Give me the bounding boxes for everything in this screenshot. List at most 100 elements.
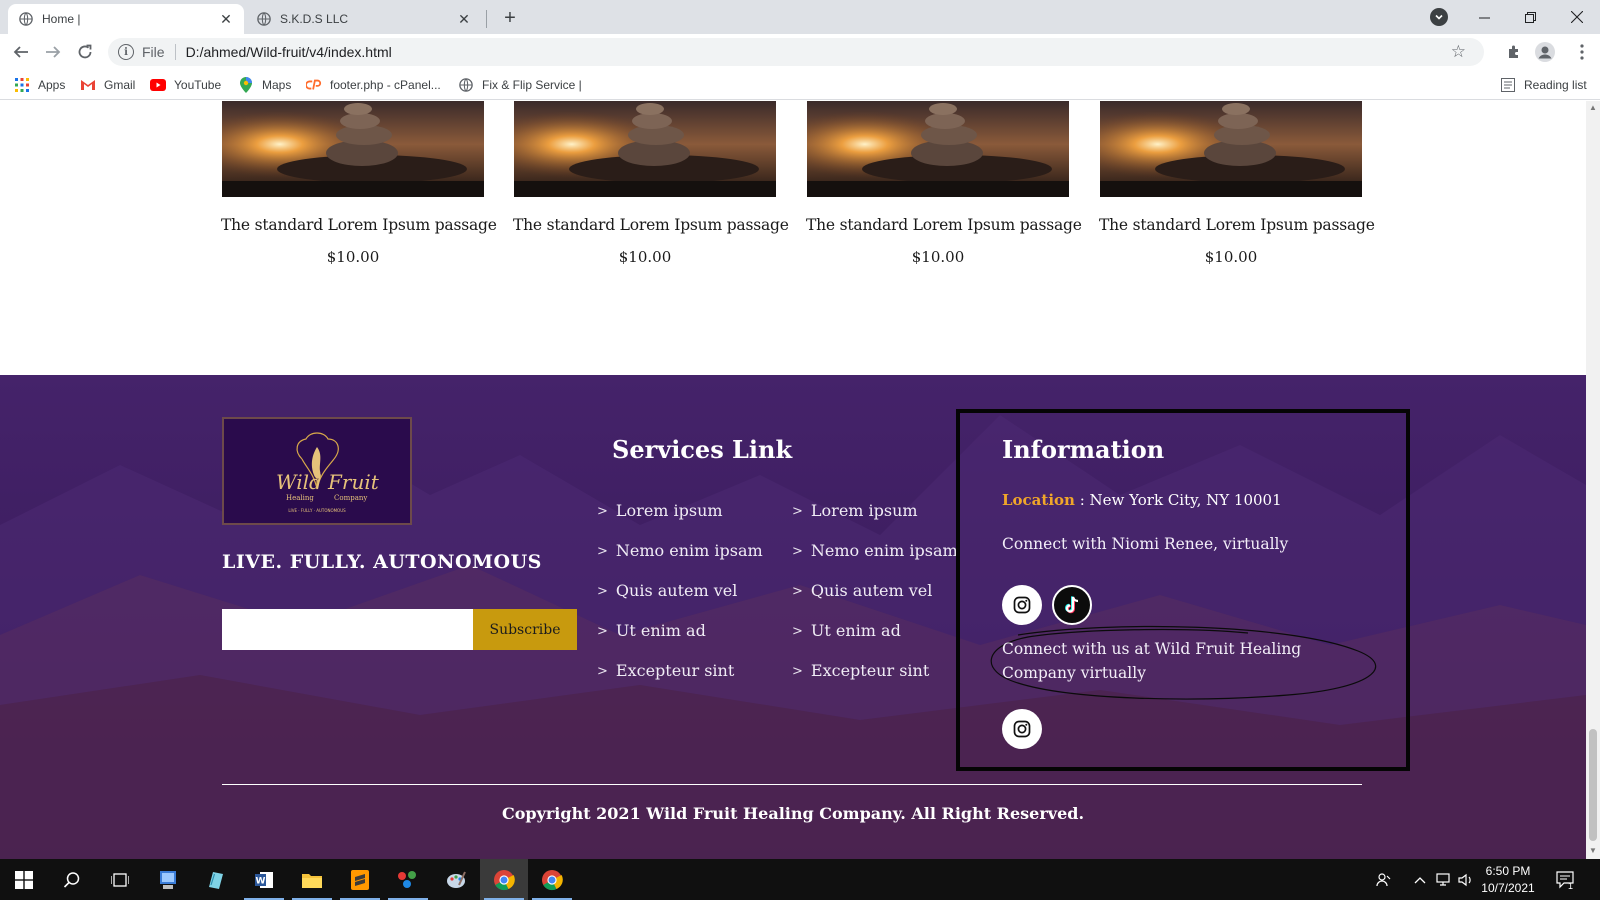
notification-count-badge: 1 xyxy=(1568,881,1574,891)
bookmark-fix-flip[interactable]: Fix & Flip Service | xyxy=(458,76,582,94)
notepad-app-icon[interactable] xyxy=(192,859,240,900)
product-card[interactable]: The standard Lorem Ipsum passage $10.00 xyxy=(221,101,497,266)
bookmark-label: footer.php - cPanel... xyxy=(330,78,441,92)
product-image[interactable] xyxy=(1100,101,1362,197)
minimize-button[interactable] xyxy=(1461,0,1507,34)
chevron-right-icon: > xyxy=(792,544,803,559)
instagram-icon[interactable] xyxy=(1002,709,1042,749)
service-link[interactable]: > Excepteur sint xyxy=(597,661,763,701)
service-link[interactable]: > Quis autem vel xyxy=(597,581,763,621)
chevron-right-icon: > xyxy=(792,664,803,679)
company-logo[interactable]: Wild Fruit Healing Company LIVE · FULLY … xyxy=(222,417,412,525)
service-link-label: Nemo enim ipsam xyxy=(615,541,763,560)
task-view-icon[interactable] xyxy=(96,859,144,900)
globe-icon xyxy=(256,11,272,27)
product-card[interactable]: The standard Lorem Ipsum passage $10.00 xyxy=(513,101,789,266)
bookmark-label: Gmail xyxy=(104,78,136,92)
scroll-down-arrow-icon[interactable]: ▼ xyxy=(1589,847,1597,855)
profile-avatar-icon[interactable] xyxy=(1535,42,1555,62)
people-icon[interactable] xyxy=(1376,859,1392,900)
newsletter-email-input[interactable] xyxy=(222,609,473,650)
services-column-1: > Lorem ipsum > Nemo enim ipsam > Quis aute… xyxy=(597,501,763,701)
scroll-up-arrow-icon[interactable]: ▲ xyxy=(1589,104,1597,112)
browser-menu-icon[interactable] xyxy=(1572,42,1592,62)
product-title[interactable]: The standard Lorem Ipsum passage xyxy=(1099,216,1375,234)
logo-sub-company: Company xyxy=(334,494,367,502)
tab-home[interactable]: Home | ✕ xyxy=(8,4,244,34)
network-icon[interactable] xyxy=(1436,859,1454,900)
site-info-icon[interactable]: i xyxy=(118,44,134,60)
action-center-icon[interactable]: 1 xyxy=(1556,859,1576,900)
extensions-icon[interactable] xyxy=(1504,42,1524,62)
chrome-app-icon-active[interactable] xyxy=(480,859,528,900)
reading-list-button[interactable]: Reading list xyxy=(1500,76,1587,94)
product-card[interactable]: The standard Lorem Ipsum passage $10.00 xyxy=(806,101,1082,266)
product-title[interactable]: The standard Lorem Ipsum passage xyxy=(513,216,789,234)
system-clock[interactable]: 6:50 PM 10/7/2021 xyxy=(1470,863,1546,897)
paint-app-icon[interactable] xyxy=(432,859,480,900)
back-button[interactable] xyxy=(9,40,33,64)
service-link[interactable]: > Ut enim ad xyxy=(792,621,958,661)
globe-icon xyxy=(18,11,34,27)
close-window-button[interactable] xyxy=(1554,0,1600,34)
reading-list-label: Reading list xyxy=(1524,78,1587,92)
product-image[interactable] xyxy=(514,101,776,197)
url-omnibox[interactable]: i File D:/ahmed/Wild-fruit/v4/index.html… xyxy=(108,38,1484,66)
bookmarks-bar: Apps Gmail YouTube Maps footer.php - cPa… xyxy=(0,70,1600,100)
service-link[interactable]: > Ut enim ad xyxy=(597,621,763,661)
show-hidden-icons-chevron-icon[interactable] xyxy=(1414,859,1426,900)
product-image[interactable] xyxy=(807,101,1069,197)
product-image[interactable] xyxy=(222,101,484,197)
product-card[interactable]: The standard Lorem Ipsum passage $10.00 xyxy=(1099,101,1375,266)
bookmark-star-icon[interactable]: ☆ xyxy=(1451,42,1466,62)
tab-search-icon[interactable] xyxy=(1430,8,1448,26)
service-link[interactable]: > Nemo enim ipsam xyxy=(792,541,958,581)
service-link[interactable]: > Excepteur sint xyxy=(792,661,958,701)
product-price: $10.00 xyxy=(326,248,380,266)
color-app-icon[interactable] xyxy=(384,859,432,900)
bookmark-gmail[interactable]: Gmail xyxy=(80,76,135,94)
logo-word-wild: Wild xyxy=(276,470,322,494)
logo-word-fruit: Fruit xyxy=(327,470,380,494)
service-link[interactable]: > Quis autem vel xyxy=(792,581,958,621)
close-tab-icon[interactable]: ✕ xyxy=(456,11,472,27)
scrollbar-thumb[interactable] xyxy=(1589,729,1597,841)
forward-button[interactable] xyxy=(41,40,65,64)
product-price: $10.00 xyxy=(618,248,672,266)
service-link[interactable]: > Lorem ipsum xyxy=(597,501,763,541)
windows-start-icon[interactable] xyxy=(0,859,48,900)
service-link-label: Quis autem vel xyxy=(615,581,738,600)
device-manager-app-icon[interactable] xyxy=(144,859,192,900)
instagram-icon[interactable] xyxy=(1002,585,1042,625)
site-footer: Wild Fruit Healing Company LIVE · FULLY … xyxy=(0,375,1586,859)
location-separator: : xyxy=(1074,491,1090,509)
chrome-app-icon[interactable] xyxy=(528,859,576,900)
product-title[interactable]: The standard Lorem Ipsum passage xyxy=(806,216,1082,234)
chevron-right-icon: > xyxy=(597,504,608,519)
bookmark-apps[interactable]: Apps xyxy=(14,76,65,94)
page-viewport: The standard Lorem Ipsum passage $10.00 … xyxy=(0,101,1586,859)
service-link[interactable]: > Nemo enim ipsam xyxy=(597,541,763,581)
tab-skds[interactable]: S.K.D.S LLC ✕ xyxy=(246,4,482,34)
file-explorer-icon[interactable] xyxy=(288,859,336,900)
page-scrollbar[interactable]: ▲ ▼ xyxy=(1586,101,1600,859)
services-column-2: > Lorem ipsum > Nemo enim ipsam > Quis aute… xyxy=(792,501,958,701)
logo-sub-healing: Healing xyxy=(286,494,314,502)
product-title[interactable]: The standard Lorem Ipsum passage xyxy=(221,216,497,234)
service-link-label: Lorem ipsum xyxy=(615,501,723,520)
search-icon[interactable] xyxy=(48,859,96,900)
reload-button[interactable] xyxy=(73,40,97,64)
url-separator xyxy=(174,44,176,60)
bookmark-youtube[interactable]: YouTube xyxy=(150,76,221,94)
url-text[interactable]: D:/ahmed/Wild-fruit/v4/index.html xyxy=(186,44,392,60)
service-link[interactable]: > Lorem ipsum xyxy=(792,501,958,541)
bookmark-cpanel[interactable]: footer.php - cPanel... xyxy=(306,76,441,94)
restore-button[interactable] xyxy=(1507,0,1553,34)
new-tab-button[interactable]: + xyxy=(498,6,522,30)
bookmark-maps[interactable]: Maps xyxy=(238,76,291,94)
tiktok-icon[interactable] xyxy=(1052,585,1092,625)
close-tab-icon[interactable]: ✕ xyxy=(218,11,234,27)
subscribe-button[interactable]: Subscribe xyxy=(473,609,577,650)
word-app-icon[interactable]: W xyxy=(240,859,288,900)
sublime-text-icon[interactable] xyxy=(336,859,384,900)
